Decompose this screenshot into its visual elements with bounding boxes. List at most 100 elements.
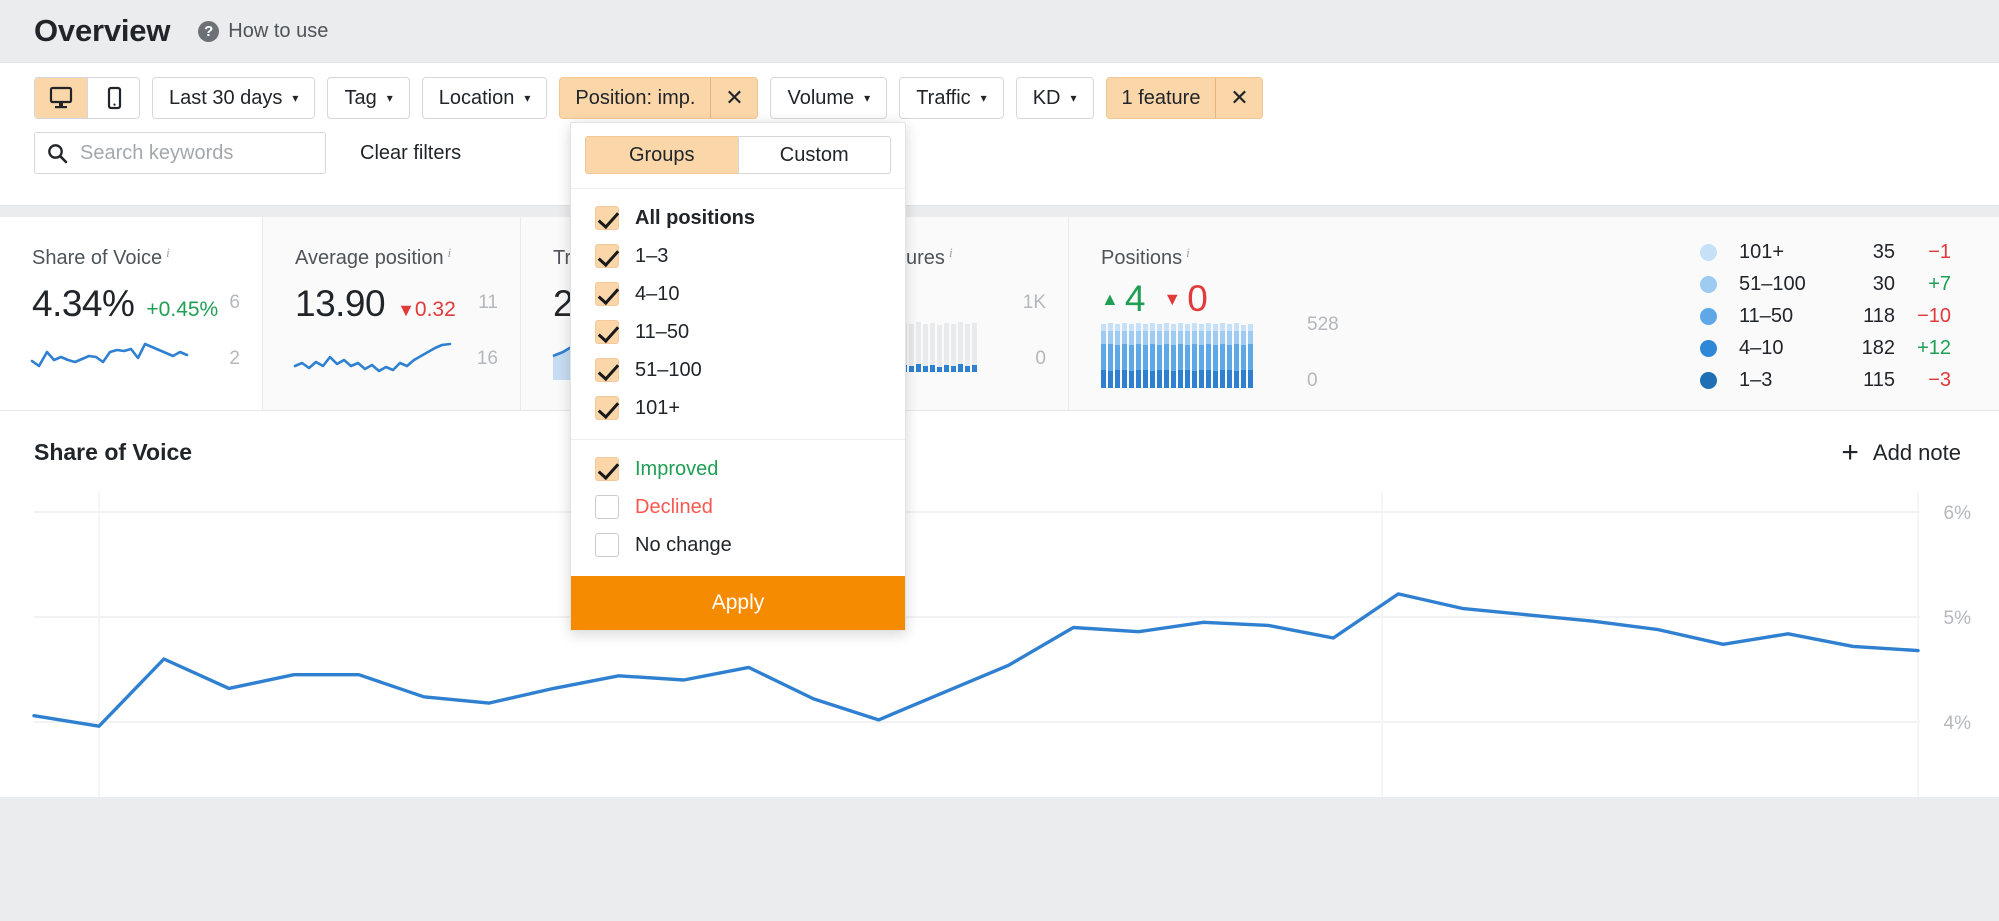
legend-color-dot [1700, 244, 1717, 261]
checkbox-icon[interactable] [595, 282, 619, 306]
chart-axis-high: 1K [1023, 292, 1046, 314]
checkbox-item-improved[interactable]: Improved [571, 450, 905, 488]
how-to-use-link[interactable]: ? How to use [198, 20, 328, 43]
card-title: Average position i [295, 247, 520, 270]
checkbox-item-no-change[interactable]: No change [571, 526, 905, 564]
checkbox-item-all-positions[interactable]: All positions [571, 199, 905, 237]
share-of-voice-chart-section: Share of Voice + Add note 6% 5% 4% [0, 411, 1999, 797]
position-groups-list: All positions 1–3 4–10 11–50 51–100 101+ [571, 189, 905, 439]
checkbox-icon[interactable] [595, 495, 619, 519]
card-title-label: Share of Voice [32, 247, 162, 270]
tab-groups[interactable]: Groups [585, 136, 738, 174]
position-filter[interactable]: Position: imp. ✕ [559, 77, 758, 119]
location-filter[interactable]: Location ▾ [422, 77, 548, 119]
legend-label: 51–100 [1739, 273, 1843, 296]
sparkline-axis-low: 2 [229, 348, 240, 370]
checkbox-label: 4–10 [635, 283, 680, 306]
device-toggle[interactable] [34, 77, 140, 119]
tag-filter[interactable]: Tag ▾ [327, 77, 409, 119]
checkbox-item-101-plus[interactable]: 101+ [571, 389, 905, 427]
chart-axis-low: 0 [1307, 370, 1318, 392]
search-icon [47, 143, 68, 164]
y-axis-label-5: 5% [1944, 608, 1971, 630]
legend-delta: +7 [1895, 273, 1951, 296]
chart-header: Share of Voice + Add note [0, 411, 1999, 492]
tag-label: Tag [344, 87, 376, 110]
legend-label: 4–10 [1739, 337, 1843, 360]
chevron-down-icon: ▾ [864, 91, 870, 105]
legend-color-dot [1700, 372, 1717, 389]
legend-color-dot [1700, 276, 1717, 293]
legend-row: 4–10 182 +12 [1700, 337, 1951, 360]
checkbox-icon[interactable] [595, 320, 619, 344]
checkbox-item-4-10[interactable]: 4–10 [571, 275, 905, 313]
position-filter-close-icon[interactable]: ✕ [711, 78, 757, 118]
sparkline-average-position [293, 332, 458, 380]
add-note-button[interactable]: + Add note [1841, 440, 1961, 466]
add-note-label: Add note [1873, 440, 1961, 466]
legend-row: 51–100 30 +7 [1700, 273, 1951, 296]
card-title: Share of Voice i [32, 247, 262, 270]
location-label: Location [439, 87, 515, 110]
chart-axis-low: 0 [1035, 348, 1046, 370]
info-icon[interactable]: i [166, 245, 170, 261]
tab-custom[interactable]: Custom [738, 136, 892, 174]
date-range-label: Last 30 days [169, 87, 282, 110]
y-axis-label-4: 4% [1944, 713, 1971, 735]
checkbox-icon[interactable] [595, 244, 619, 268]
legend-row: 101+ 35 −1 [1700, 241, 1951, 264]
checkbox-icon[interactable] [595, 206, 619, 230]
metric-cards: Share of Voice i 4.34% +0.45% 6 2 Averag… [0, 217, 1999, 411]
legend-count: 30 [1843, 273, 1895, 296]
checkbox-icon[interactable] [595, 396, 619, 420]
checkbox-icon[interactable] [595, 457, 619, 481]
traffic-filter[interactable]: Traffic ▾ [899, 77, 1003, 119]
position-filter-dropdown: Groups Custom All positions 1–3 4–10 11–… [570, 122, 906, 631]
checkbox-icon[interactable] [595, 533, 619, 557]
legend-count: 182 [1843, 337, 1895, 360]
triangle-up-icon: ▲ [1101, 289, 1119, 310]
info-icon[interactable]: i [1186, 245, 1190, 261]
desktop-icon-button[interactable] [35, 78, 87, 118]
feature-filter-close-icon[interactable]: ✕ [1216, 78, 1262, 118]
chart-plot-area: 6% 5% 4% [0, 492, 1999, 797]
search-keywords-box[interactable] [34, 132, 326, 174]
position-changes-list: Improved Declined No change [571, 439, 905, 576]
kd-filter[interactable]: KD ▾ [1016, 77, 1094, 119]
legend-color-dot [1700, 340, 1717, 357]
date-range-filter[interactable]: Last 30 days ▾ [152, 77, 315, 119]
checkbox-label: Declined [635, 496, 713, 519]
chart-title: Share of Voice [34, 439, 192, 466]
legend-delta: −10 [1895, 305, 1951, 328]
search-input[interactable] [78, 141, 313, 166]
checkbox-item-51-100[interactable]: 51–100 [571, 351, 905, 389]
chevron-down-icon: ▾ [292, 91, 298, 105]
checkbox-label: Improved [635, 458, 718, 481]
volume-label: Volume [787, 87, 854, 110]
legend-label: 11–50 [1739, 305, 1843, 328]
info-icon[interactable]: i [448, 245, 452, 261]
checkbox-item-11-50[interactable]: 11–50 [571, 313, 905, 351]
sparkline-share-of-voice [30, 332, 195, 380]
card-delta: +0.45% [146, 298, 218, 322]
info-icon[interactable]: i [949, 245, 953, 261]
card-title-label: Average position [295, 247, 444, 270]
how-to-use-label: How to use [228, 20, 328, 43]
card-delta-value: 0.32 [415, 298, 456, 321]
checkbox-icon[interactable] [595, 358, 619, 382]
clear-filters-button[interactable]: Clear filters [360, 142, 461, 165]
legend-delta: +12 [1895, 337, 1951, 360]
mobile-icon-button[interactable] [87, 78, 139, 118]
apply-button[interactable]: Apply [571, 576, 905, 630]
card-title-label: Positions [1101, 247, 1182, 270]
card-value: 13.90 [295, 283, 385, 325]
page-title: Overview [34, 13, 170, 49]
volume-filter[interactable]: Volume ▾ [770, 77, 887, 119]
feature-filter[interactable]: 1 feature ✕ [1106, 77, 1264, 119]
card-delta: ▼0.32 [397, 298, 456, 322]
legend-label: 1–3 [1739, 369, 1843, 392]
checkbox-item-1-3[interactable]: 1–3 [571, 237, 905, 275]
filter-row-secondary: Clear filters [34, 132, 1999, 174]
positions-declined-count: 0 [1187, 278, 1208, 320]
checkbox-item-declined[interactable]: Declined [571, 488, 905, 526]
